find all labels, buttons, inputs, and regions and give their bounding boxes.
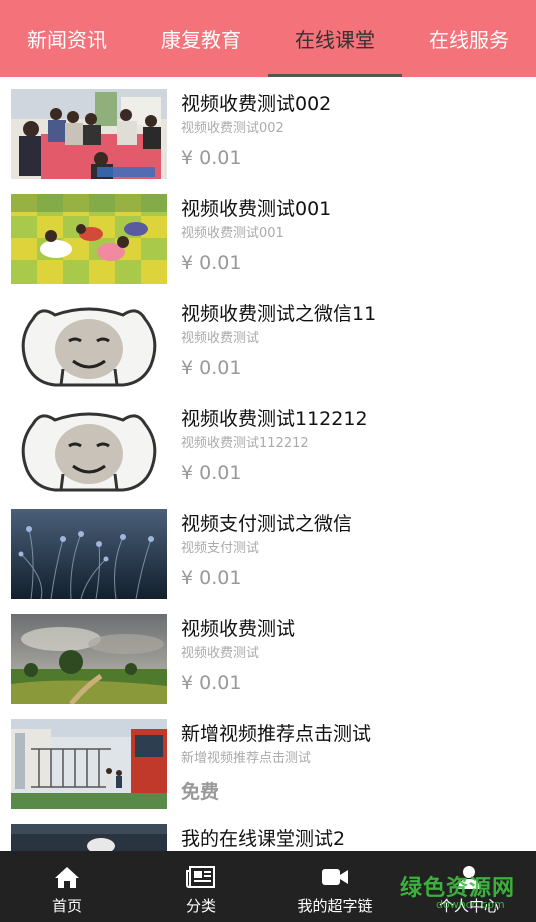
course-title: 视频收费测试之微信11 [181,303,377,325]
course-price: ¥ 0.01 [181,672,242,694]
nav-category[interactable]: 分类 [134,851,268,922]
nav-home[interactable]: 首页 [0,851,134,922]
list-item[interactable]: 视频收费测试112212 视频收费测试112212 ¥ 0.01 [0,392,536,497]
list-item[interactable]: 视频收费测试001 视频收费测试001 ¥ 0.01 [0,182,536,287]
classroom-photo-thumbnail [11,89,167,179]
top-tab-bar: 新闻资讯 康复教育 在线课堂 在线服务 [0,0,536,77]
course-price: ¥ 0.01 [181,357,242,379]
home-icon [55,867,79,888]
list-item[interactable]: 新增视频推荐点击测试 新增视频推荐点击测试 免费 [0,707,536,812]
tab-online-classroom[interactable]: 在线课堂 [268,0,402,77]
nav-label: 个人中心 [438,897,499,915]
list-item[interactable]: 视频收费测试之微信11 视频收费测试 ¥ 0.01 [0,287,536,392]
night-plants-photo-thumbnail [11,509,167,599]
tab-rehab-education[interactable]: 康复教育 [134,0,268,77]
course-list[interactable]: 视频收费测试002 视频收费测试002 ¥ 0.01 视频收费测试001 视频收… [0,77,536,851]
course-title: 视频收费测试002 [181,93,332,115]
partial-photo-thumbnail [11,824,167,851]
tab-label: 在线服务 [429,28,509,52]
nav-label: 分类 [185,897,216,915]
course-price: ¥ 0.01 [181,462,242,484]
list-item[interactable]: 视频支付测试之微信 视频支付测试 ¥ 0.01 [0,497,536,602]
newspaper-icon [186,866,215,888]
nav-my-link[interactable]: 我的超字链 [268,851,402,922]
course-subtitle: 视频收费测试002 [181,121,284,136]
video-camera-icon [322,869,348,885]
tab-label: 在线课堂 [295,28,375,52]
list-item[interactable]: 我的在线课堂测试2 [0,812,536,851]
course-subtitle: 视频收费测试 [181,331,260,346]
list-item[interactable]: 视频收费测试 视频收费测试 ¥ 0.01 [0,602,536,707]
course-subtitle: 视频收费测试112212 [181,436,309,451]
course-price: ¥ 0.01 [181,252,242,274]
nav-label: 我的超字链 [297,897,373,915]
school-gate-photo-thumbnail [11,719,167,809]
nav-personal-center[interactable]: 个人中心 [402,851,536,922]
course-title: 视频收费测试112212 [181,408,368,430]
tab-news[interactable]: 新闻资讯 [0,0,134,77]
course-subtitle: 新增视频推荐点击测试 [181,751,312,766]
person-icon [458,866,480,889]
course-price: 免费 [181,781,220,803]
course-title: 新增视频推荐点击测试 [181,723,372,745]
course-title: 视频收费测试 [181,618,296,640]
course-subtitle: 视频收费测试001 [181,226,284,241]
course-price: ¥ 0.01 [181,567,242,589]
nav-label: 首页 [51,897,82,915]
cartoon-face-thumbnail [11,404,167,494]
tab-label: 新闻资讯 [27,28,107,52]
tab-label: 康复教育 [161,28,241,52]
course-subtitle: 视频支付测试 [181,541,260,556]
bottom-navigation: 首页 分类 我的超字链 个人中心 [0,851,536,922]
landscape-photo-thumbnail [11,614,167,704]
course-price: ¥ 0.01 [181,147,242,169]
course-title: 视频收费测试001 [181,198,332,220]
tab-online-service[interactable]: 在线服务 [402,0,536,77]
course-subtitle: 视频收费测试 [181,646,260,661]
cartoon-face-thumbnail [11,299,167,389]
list-item[interactable]: 视频收费测试002 视频收费测试002 ¥ 0.01 [0,77,536,182]
course-title: 视频支付测试之微信 [181,513,353,535]
course-title: 我的在线课堂测试2 [181,828,346,850]
play-mat-photo-thumbnail [11,194,167,284]
